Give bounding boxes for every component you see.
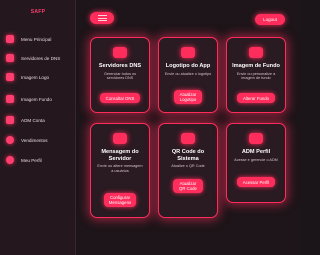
card-title: Servidores DNS [98,63,142,69]
logout-button[interactable]: Logout [255,14,285,25]
card-qr-code: QR Code do Sistema Atualize o QR Code At… [158,123,218,218]
sidebar-item-label: Imagem Fundo [21,96,52,102]
menu-toggle-button[interactable] [90,12,114,24]
card-title: Logotipo do App [165,63,211,69]
card-description: Envie ou altere mensagem a usuários [97,164,143,173]
sidebar-item-imagem-fundo[interactable]: Imagem Fundo [6,94,74,104]
brand-title: SAFP [30,9,46,15]
sidebar-item-meu-perfil[interactable]: Meu Perfil [6,155,74,165]
image-icon [249,47,263,58]
sidebar-item-imagem-logo[interactable]: Imagem Logo [6,72,74,82]
card-logotipo-app: Logotipo do App Envie ou atualize o logo… [158,37,218,113]
card-title: ADM Perfil [241,149,271,155]
card-imagem-fundo: Imagem de Fundo Envie ou personalize a i… [226,37,286,113]
image-icon [181,47,195,58]
sidebar-item-vendimentos[interactable]: Vendimentos [6,135,74,145]
sidebar-item-label: Imagem Logo [21,74,50,80]
sidebar-item-label: Vendimentos [21,137,48,143]
card-title: Mensagem do Servidor [101,149,139,162]
hamburger-icon [97,15,107,21]
image-icon [6,73,14,81]
atualizar-logotipo-button[interactable]: Atualizar Logotipo [174,90,202,104]
message-icon [113,133,127,144]
card-description: Envie ou atualize o logotipo [164,71,212,76]
alterar-fundo-button[interactable]: Alterar Fundo [237,93,275,103]
user-icon [6,156,14,164]
users-icon [6,136,14,144]
card-title: Imagem de Fundo [232,63,280,69]
configurar-mensagens-button[interactable]: Configurar Mensagens [104,193,136,207]
sidebar-item-label: ADM Conta [21,117,45,123]
card-mensagem-servidor: Mensagem do Servidor Envie ou altere men… [90,123,150,218]
sidebar-item-menu-principal[interactable]: Menu Principal [6,34,74,44]
user-icon [249,133,263,144]
card-title: QR Code do Sistema [171,149,205,162]
sidebar-item-label: Meu Perfil [21,157,42,163]
card-description: Envie ou personalize a imagem de fundo [236,71,276,81]
acessar-perfil-button[interactable]: Acessar Perfil [237,177,275,187]
qr-code-icon [181,133,195,144]
server-icon [6,54,14,62]
main-content: Logout Servidores DNS Gerenciar todos os… [77,0,300,255]
card-adm-perfil: ADM Perfil Acesse e gerencie o ADM Acess… [226,123,286,203]
sidebar: SAFP Menu Principal Servidores de DNS Im… [0,0,76,255]
sidebar-item-adm-conta[interactable]: ADM Conta [6,115,74,125]
image-icon [6,95,14,103]
sidebar-item-label: Servidores de DNS [21,55,61,61]
atualizar-qr-code-button[interactable]: Atualizar QR Code [173,179,203,193]
card-servidores-dns: Servidores DNS Gerenciar todos os servid… [90,37,150,113]
account-icon [6,116,14,124]
card-description: Acesse e gerencie o ADM [234,157,278,162]
sidebar-item-servidores-dns[interactable]: Servidores de DNS [6,53,74,63]
card-description: Gerenciar todos os servidores DNS [103,71,137,81]
consultar-dns-button[interactable]: Consultar DNS [100,93,140,103]
card-description: Atualize o QR Code [171,164,205,168]
sidebar-item-label: Menu Principal [21,36,52,42]
server-icon [113,47,127,58]
home-icon [6,35,14,43]
